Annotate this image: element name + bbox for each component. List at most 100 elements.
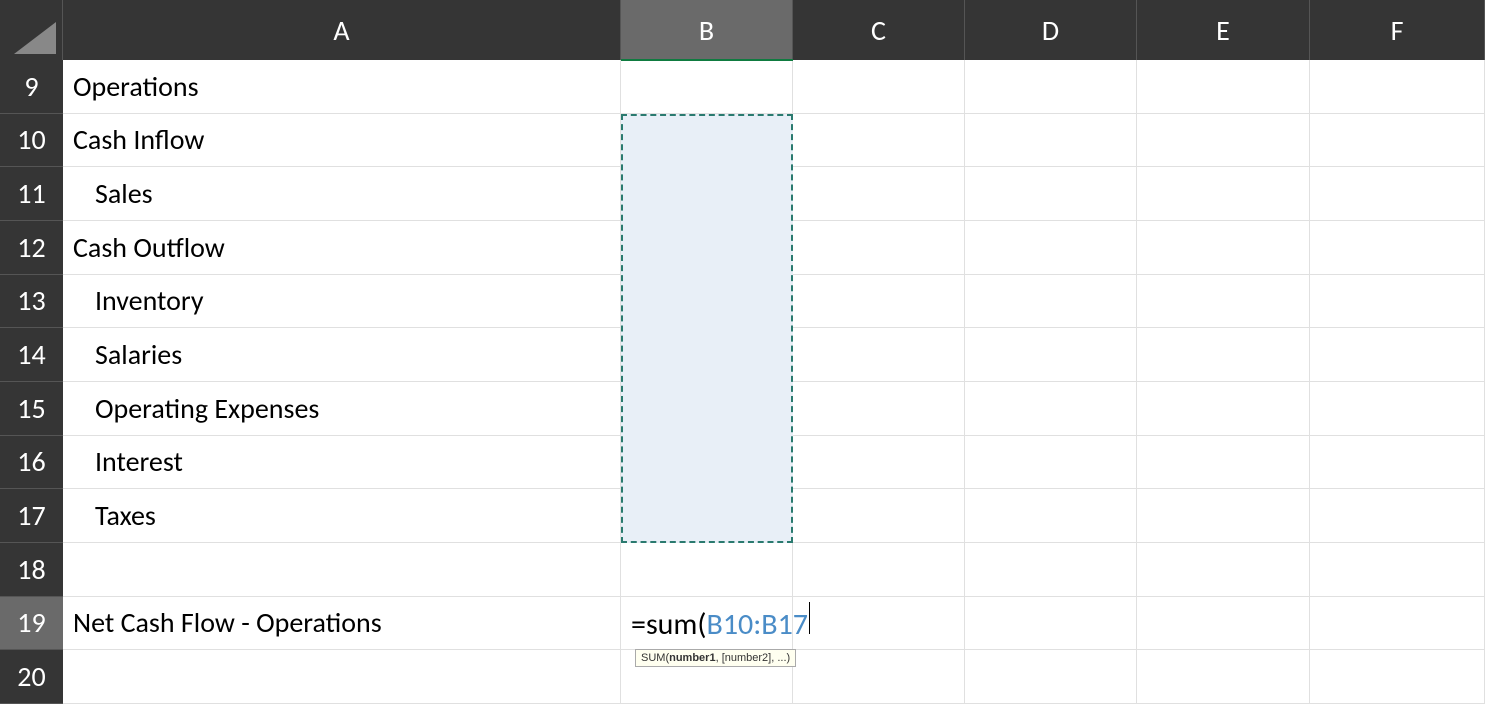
cell-C18[interactable] — [793, 543, 965, 597]
row-header-11[interactable]: 11 — [0, 167, 63, 221]
text-cursor-icon — [809, 602, 810, 634]
cell-B12[interactable] — [621, 221, 793, 275]
cell-A15[interactable]: Operating Expenses — [63, 382, 621, 436]
cell-C13[interactable] — [793, 275, 965, 329]
row-header-16[interactable]: 16 — [0, 436, 63, 490]
row-header-15[interactable]: 15 — [0, 382, 63, 436]
cell-B19[interactable]: =sum(B10:B17 SUM(number1, [number2], ...… — [621, 597, 793, 651]
row-header-12[interactable]: 12 — [0, 221, 63, 275]
cell-B9[interactable] — [621, 60, 793, 114]
cell-C15[interactable] — [793, 382, 965, 436]
formula-prefix: =sum( — [631, 606, 707, 643]
col-header-D[interactable]: D — [965, 0, 1137, 60]
cell-A12[interactable]: Cash Outflow — [63, 221, 621, 275]
selected-column-indicator — [621, 59, 793, 61]
row-header-10[interactable]: 10 — [0, 114, 63, 168]
cell-B14[interactable] — [621, 328, 793, 382]
cell-A20[interactable] — [63, 650, 621, 704]
cell-B15[interactable] — [621, 382, 793, 436]
cell-F17[interactable] — [1310, 489, 1485, 543]
cell-B18[interactable] — [621, 543, 793, 597]
tooltip-fn: SUM( — [641, 652, 669, 664]
row-header-20[interactable]: 20 — [0, 650, 63, 704]
cell-D12[interactable] — [965, 221, 1137, 275]
formula-tooltip[interactable]: SUM(number1, [number2], ...) — [635, 649, 796, 667]
cell-E15[interactable] — [1137, 382, 1310, 436]
cell-E13[interactable] — [1137, 275, 1310, 329]
col-header-F[interactable]: F — [1310, 0, 1485, 60]
cell-A11[interactable]: Sales — [63, 167, 621, 221]
row-header-18[interactable]: 18 — [0, 543, 63, 597]
cell-C20[interactable] — [793, 650, 965, 704]
cell-E19[interactable] — [1137, 597, 1310, 651]
cell-A18[interactable] — [63, 543, 621, 597]
cell-F9[interactable] — [1310, 60, 1485, 114]
cell-A10[interactable]: Cash Inflow — [63, 114, 621, 168]
cell-A14[interactable]: Salaries — [63, 328, 621, 382]
cell-D18[interactable] — [965, 543, 1137, 597]
cell-E10[interactable] — [1137, 114, 1310, 168]
cell-F19[interactable] — [1310, 597, 1485, 651]
row-header-9[interactable]: 9 — [0, 60, 63, 114]
cell-F15[interactable] — [1310, 382, 1485, 436]
cell-F16[interactable] — [1310, 436, 1485, 490]
cell-B13[interactable] — [621, 275, 793, 329]
cell-F11[interactable] — [1310, 167, 1485, 221]
cell-D9[interactable] — [965, 60, 1137, 114]
cell-B11[interactable] — [621, 167, 793, 221]
cell-D19[interactable] — [965, 597, 1137, 651]
cell-D15[interactable] — [965, 382, 1137, 436]
cell-A16[interactable]: Interest — [63, 436, 621, 490]
cell-D14[interactable] — [965, 328, 1137, 382]
cell-C19[interactable] — [793, 597, 965, 651]
row-header-13[interactable]: 13 — [0, 275, 63, 329]
cell-A19[interactable]: Net Cash Flow - Operations — [63, 597, 621, 651]
cell-E11[interactable] — [1137, 167, 1310, 221]
tooltip-current-arg: number1 — [669, 652, 715, 664]
row-header-17[interactable]: 17 — [0, 489, 63, 543]
cell-E18[interactable] — [1137, 543, 1310, 597]
select-all-triangle-icon — [14, 22, 56, 54]
row-header-14[interactable]: 14 — [0, 328, 63, 382]
col-header-E[interactable]: E — [1137, 0, 1310, 60]
cell-C10[interactable] — [793, 114, 965, 168]
cell-E16[interactable] — [1137, 436, 1310, 490]
cell-C14[interactable] — [793, 328, 965, 382]
formula-input[interactable]: =sum(B10:B17 — [631, 602, 810, 643]
cell-E17[interactable] — [1137, 489, 1310, 543]
cell-D16[interactable] — [965, 436, 1137, 490]
col-header-B[interactable]: B — [621, 0, 793, 60]
cell-D13[interactable] — [965, 275, 1137, 329]
spreadsheet-grid: A B C D E F 9 Operations 10 Cash Inflow … — [0, 0, 1485, 704]
select-all-corner[interactable] — [0, 0, 63, 60]
cell-C9[interactable] — [793, 60, 965, 114]
cell-C12[interactable] — [793, 221, 965, 275]
cell-F12[interactable] — [1310, 221, 1485, 275]
cell-A17[interactable]: Taxes — [63, 489, 621, 543]
cell-E20[interactable] — [1137, 650, 1310, 704]
row-header-19[interactable]: 19 — [0, 597, 63, 651]
cell-C16[interactable] — [793, 436, 965, 490]
col-header-C[interactable]: C — [793, 0, 965, 60]
cell-F18[interactable] — [1310, 543, 1485, 597]
cell-B10[interactable] — [621, 114, 793, 168]
cell-D11[interactable] — [965, 167, 1137, 221]
cell-A9[interactable]: Operations — [63, 60, 621, 114]
cell-F14[interactable] — [1310, 328, 1485, 382]
cell-E12[interactable] — [1137, 221, 1310, 275]
cell-D17[interactable] — [965, 489, 1137, 543]
col-header-A[interactable]: A — [63, 0, 621, 60]
cell-D20[interactable] — [965, 650, 1137, 704]
cell-C17[interactable] — [793, 489, 965, 543]
cell-E14[interactable] — [1137, 328, 1310, 382]
cell-B16[interactable] — [621, 436, 793, 490]
cell-C11[interactable] — [793, 167, 965, 221]
cell-D10[interactable] — [965, 114, 1137, 168]
cell-F10[interactable] — [1310, 114, 1485, 168]
cell-F20[interactable] — [1310, 650, 1485, 704]
cell-E9[interactable] — [1137, 60, 1310, 114]
formula-reference: B10:B17 — [707, 606, 808, 643]
cell-A13[interactable]: Inventory — [63, 275, 621, 329]
cell-F13[interactable] — [1310, 275, 1485, 329]
cell-B17[interactable] — [621, 489, 793, 543]
